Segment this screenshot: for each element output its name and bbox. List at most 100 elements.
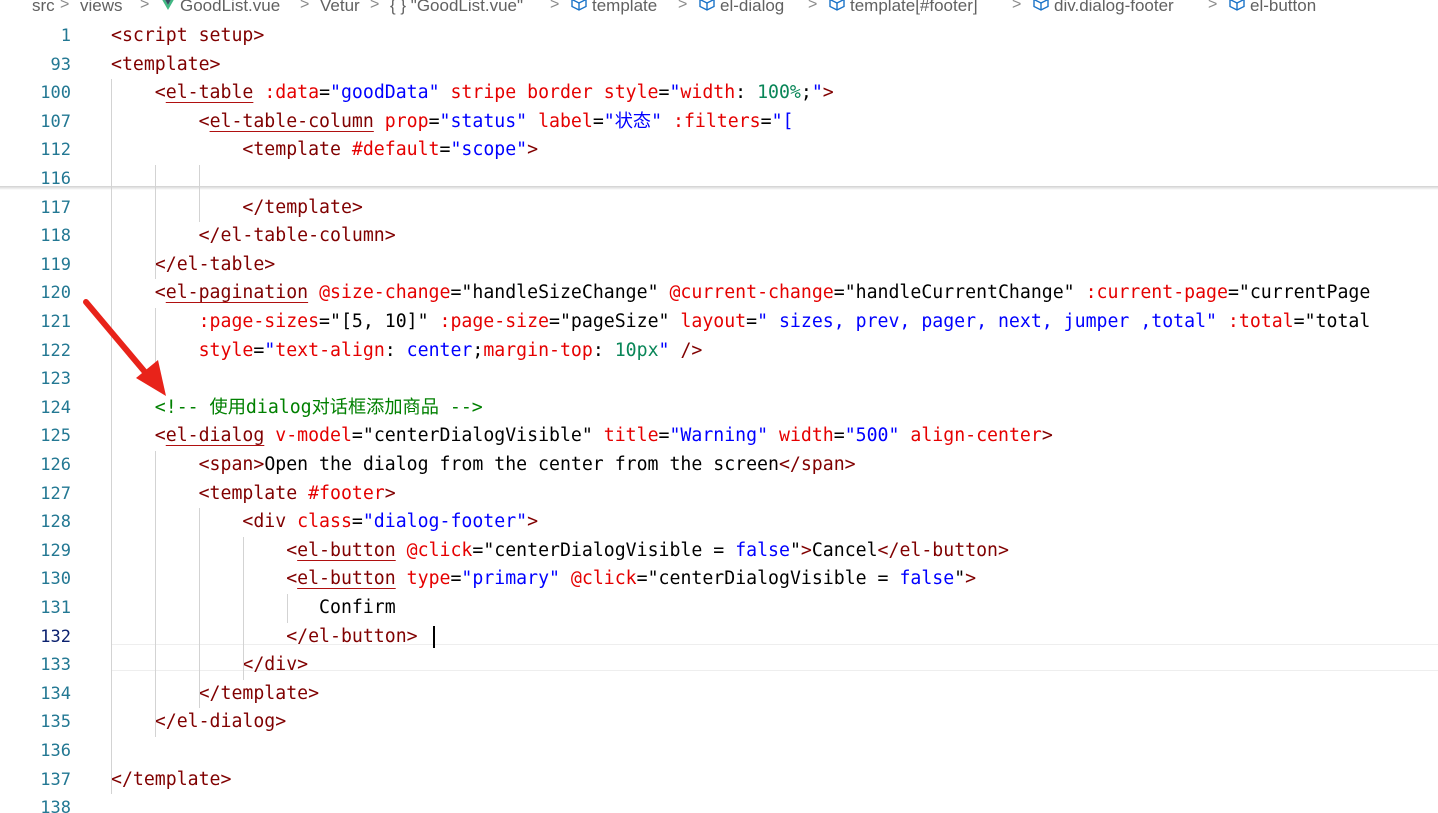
code-line[interactable]: 126 <span>Open the dialog from the cente…	[0, 451, 1438, 480]
code-text: <!-- 使用dialog对话框添加商品 -->	[111, 394, 483, 423]
code-token: >	[527, 511, 539, 533]
code-editor[interactable]: 1 <script setup> 93 <template> 100 <el-table…	[0, 22, 1438, 813]
code-text: <template #footer>	[111, 480, 396, 509]
code-token: :filters	[662, 110, 761, 132]
breadcrumb-item-0[interactable]: src	[32, 0, 55, 16]
breadcrumb-item-6[interactable]: el-dialog	[698, 0, 784, 17]
code-token: </el-button>	[111, 625, 418, 647]
line-number: 123	[40, 369, 71, 390]
breadcrumb-item-3[interactable]: Vetur	[320, 0, 360, 16]
code-token: prop	[373, 110, 429, 132]
code-token: "currentPage	[1238, 282, 1371, 304]
breadcrumb-item-4[interactable]: { } "GoodList.vue"	[390, 0, 523, 16]
code-line[interactable]: 128 <div class="dialog-footer">	[0, 508, 1438, 537]
code-token: "	[658, 339, 670, 361]
code-token: "	[954, 568, 966, 590]
code-token: <	[111, 568, 298, 590]
indent-guide	[199, 165, 200, 223]
breadcrumb-item-2[interactable]: GoodList.vue	[160, 0, 280, 16]
code-line[interactable]: 116	[0, 165, 1438, 194]
line-number: 1	[60, 26, 71, 46]
code-token: <span>	[111, 454, 265, 475]
breadcrumb-item-9[interactable]: el-button	[1228, 0, 1316, 17]
code-line[interactable]: 131 Confirm	[0, 594, 1438, 623]
code-line[interactable]: 122 style="text-align: center;margin-top…	[0, 337, 1438, 366]
line-number: 128	[40, 512, 71, 533]
code-line[interactable]: 121 :page-sizes="[5, 10]" :page-size="pa…	[0, 308, 1438, 337]
code-token: <script setup>	[111, 25, 265, 46]
code-token: <!-- 使用dialog对话框添加商品 -->	[111, 396, 483, 418]
code-line[interactable]: 135 </el-dialog>	[0, 708, 1438, 737]
cube-icon	[698, 0, 716, 17]
code-line[interactable]: 138	[0, 794, 1438, 813]
code-line[interactable]: 120 <el-pagination @size-change="handleS…	[0, 279, 1438, 308]
code-line[interactable]: 107 <el-table-column prop="status" label…	[0, 108, 1438, 137]
code-token: false	[899, 568, 955, 590]
code-token: <	[111, 282, 166, 304]
code-token: "[	[771, 110, 794, 132]
code-line[interactable]: 124 <!-- 使用dialog对话框添加商品 -->	[0, 394, 1438, 423]
code-token: "total	[1304, 311, 1371, 332]
code-token: "centerDialogVisible =	[647, 568, 900, 590]
breadcrumb: src > views > GoodList.vue > Vetur > { } "GoodLi…	[0, 0, 1438, 20]
breadcrumb-item-8[interactable]: div.dialog-footer	[1032, 0, 1174, 17]
code-token: />	[669, 339, 703, 361]
code-line[interactable]: 117 </template>	[0, 194, 1438, 223]
code-token: <template>	[111, 53, 221, 75]
code-line[interactable]: 93 <template>	[0, 51, 1438, 80]
code-line[interactable]: 132 </el-button>	[0, 623, 1438, 652]
code-token: "handleSizeChange"	[461, 282, 659, 304]
code-token: text-align	[275, 339, 385, 361]
breadcrumb-label: el-button	[1250, 0, 1317, 15]
breadcrumb-item-1[interactable]: views	[80, 0, 123, 16]
breadcrumb-label: template[#footer]	[850, 0, 978, 15]
line-number: 136	[40, 741, 71, 761]
code-line[interactable]: 127 <template #footer>	[0, 480, 1438, 509]
breadcrumb-item-7[interactable]: template[#footer]	[828, 0, 978, 17]
line-number: 129	[40, 540, 71, 561]
breadcrumb-item-5[interactable]: template	[570, 0, 657, 17]
breadcrumb-separator: >	[678, 0, 688, 13]
code-token: 10px	[614, 339, 659, 361]
code-token: stripe border style	[439, 82, 659, 104]
code-text: <el-table-column prop="status" label="状态…	[111, 108, 794, 137]
code-line[interactable]: 1 <script setup>	[0, 22, 1438, 51]
code-line[interactable]: 134 </template>	[0, 680, 1438, 709]
line-number: 107	[40, 111, 71, 132]
indent-guide	[155, 451, 156, 737]
code-token: " sizes, prev, pager, next, jumper ,tota…	[757, 311, 1217, 332]
code-line[interactable]: 129 <el-button @click="centerDialogVisib…	[0, 537, 1438, 566]
line-number: 133	[40, 655, 71, 676]
code-token: margin-top	[483, 339, 593, 361]
breadcrumb-label: GoodList.vue	[180, 0, 281, 15]
code-line[interactable]: 130 <el-button type="primary" @click="ce…	[0, 565, 1438, 594]
code-token: =	[253, 339, 265, 361]
code-line[interactable]: 123	[0, 365, 1438, 394]
line-number: 126	[40, 455, 71, 475]
code-token: width	[768, 425, 834, 447]
code-token: :	[592, 339, 615, 361]
code-line[interactable]: 137 </template>	[0, 766, 1438, 795]
code-token: align-center	[899, 425, 1042, 447]
code-line[interactable]: 125 <el-dialog v-model="centerDialogVisi…	[0, 422, 1438, 451]
line-number: 122	[40, 340, 71, 361]
code-token: "centerDialogVisible =	[483, 539, 736, 561]
code-line[interactable]: 119 </el-table>	[0, 251, 1438, 280]
code-token: :total	[1216, 311, 1294, 332]
code-token: =	[746, 311, 758, 332]
code-line[interactable]: 118 </el-table-column>	[0, 222, 1438, 251]
code-token: ;	[800, 82, 812, 104]
code-line[interactable]: 112 <template #default="scope">	[0, 136, 1438, 165]
code-token: :page-size	[428, 311, 550, 332]
code-token: =	[636, 568, 648, 590]
code-line[interactable]: 133 </div>	[0, 651, 1438, 680]
code-token: "pageSize"	[559, 311, 670, 332]
code-token: <	[111, 425, 166, 447]
code-token: "	[669, 82, 681, 104]
code-token: </span>	[778, 454, 856, 475]
code-line[interactable]: 136	[0, 737, 1438, 766]
code-line[interactable]: 100 <el-table :data="goodData" stripe bo…	[0, 79, 1438, 108]
code-token: </template>	[111, 196, 363, 218]
code-token: "dialog-footer"	[362, 511, 528, 533]
code-token: >	[384, 482, 396, 504]
